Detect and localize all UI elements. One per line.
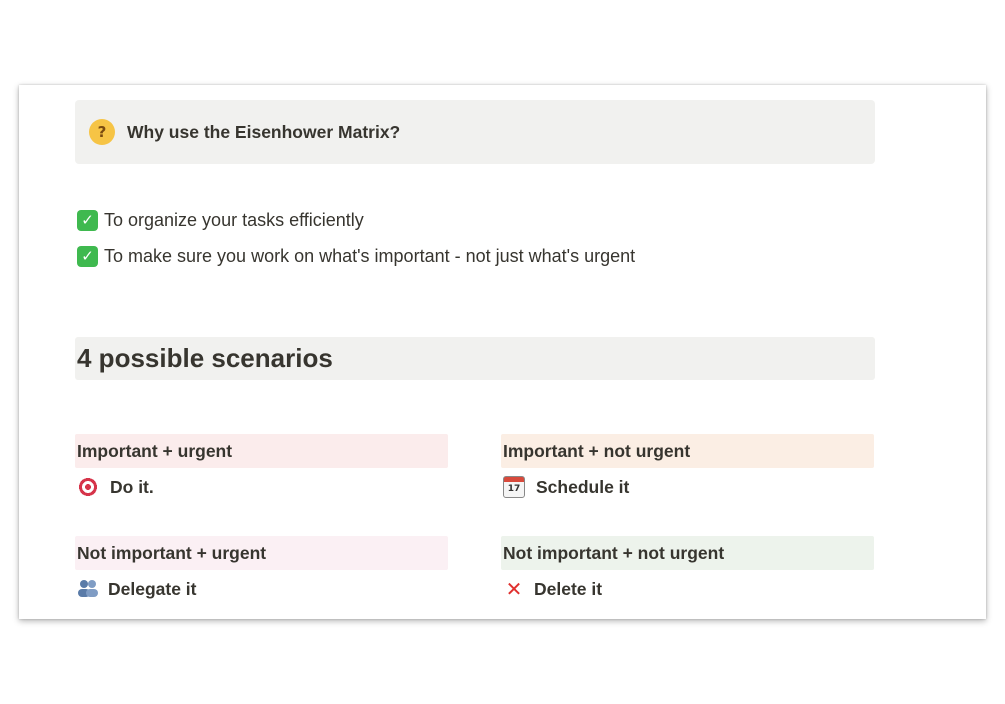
quadrant-action-delegate-it[interactable]: Delegate it (77, 578, 197, 600)
quadrant-label-important-not-urgent[interactable]: Important + not urgent (501, 434, 874, 468)
callout-block[interactable]: ? Why use the Eisenhower Matrix? (75, 100, 875, 164)
quadrant-action-delete-it[interactable]: ✕ Delete it (503, 578, 602, 600)
thinking-face-icon: ? (89, 119, 115, 145)
reason-text: To make sure you work on what's importan… (104, 246, 636, 266)
reason-text: To organize your tasks efficiently (104, 210, 364, 230)
quadrant-action-do-it[interactable]: Do it. (77, 476, 154, 498)
quadrant-action-text: Delegate it (108, 578, 197, 599)
cross-mark-icon: ✕ (505, 577, 523, 601)
quadrant-label-not-important-not-urgent[interactable]: Not important + not urgent (501, 536, 874, 570)
reason-item[interactable]: ✓ To make sure you work on what's import… (77, 246, 635, 267)
quadrant-label-not-important-urgent[interactable]: Not important + urgent (75, 536, 448, 570)
quadrant-label-important-urgent[interactable]: Important + urgent (75, 434, 448, 468)
check-mark-icon: ✓ (77, 210, 98, 231)
notion-page-card: ? Why use the Eisenhower Matrix? ✓ To or… (19, 85, 986, 619)
quadrant-action-schedule-it[interactable]: 17 Schedule it (503, 476, 629, 498)
reason-item[interactable]: ✓ To organize your tasks efficiently (77, 210, 364, 231)
quadrant-action-text: Do it. (110, 476, 154, 497)
people-icon (77, 578, 99, 600)
calendar-icon: 17 (503, 476, 525, 498)
quadrant-action-text: Delete it (534, 578, 603, 599)
check-mark-icon: ✓ (77, 246, 98, 267)
callout-text: Why use the Eisenhower Matrix? (127, 121, 401, 142)
section-heading[interactable]: 4 possible scenarios (75, 337, 875, 380)
quadrant-action-text: Schedule it (536, 476, 630, 497)
target-icon (77, 476, 99, 498)
